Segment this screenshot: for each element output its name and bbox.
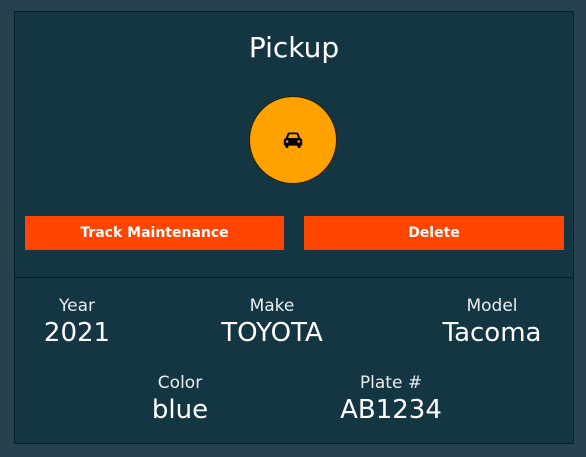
vehicle-title: Pickup	[248, 31, 340, 64]
vehicle-avatar	[249, 96, 337, 184]
year-label: Year	[59, 296, 95, 316]
track-maintenance-button[interactable]: Track Maintenance	[25, 216, 284, 250]
car-icon	[283, 132, 303, 148]
color-label: Color	[157, 373, 203, 393]
plate-field: Plate # AB1234	[337, 373, 445, 425]
year-value: 2021	[43, 318, 111, 348]
plate-value: AB1234	[340, 395, 442, 425]
color-field: Color blue	[145, 373, 215, 425]
year-field: Year 2021	[35, 296, 119, 348]
make-value: TOYOTA	[221, 318, 323, 348]
vehicle-header: Pickup Track Maintenance Delete	[15, 12, 573, 278]
model-label: Model	[466, 296, 518, 316]
make-label: Make	[249, 296, 295, 316]
make-field: Make TOYOTA	[215, 296, 329, 348]
plate-label: Plate #	[359, 373, 423, 393]
delete-button[interactable]: Delete	[304, 216, 564, 250]
vehicle-card: Pickup Track Maintenance Delete Year 202…	[14, 11, 574, 444]
model-field: Model Tacoma	[433, 296, 551, 348]
vehicle-details: Year 2021 Make TOYOTA Model Tacoma Color…	[15, 278, 573, 446]
color-value: blue	[151, 395, 209, 425]
model-value: Tacoma	[442, 318, 542, 348]
